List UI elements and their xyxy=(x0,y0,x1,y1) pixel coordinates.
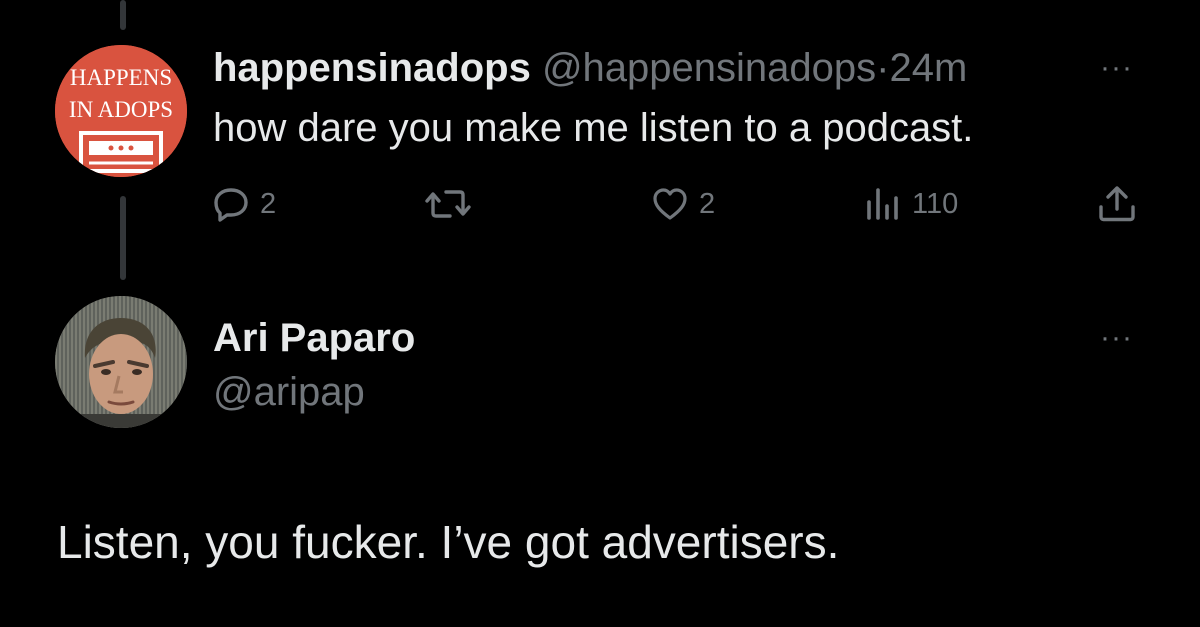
share-button[interactable] xyxy=(1097,184,1137,224)
reply-handle[interactable]: @aripap xyxy=(213,368,365,416)
logo-text-line1: HAPPENS xyxy=(70,65,172,90)
more-icon[interactable]: ··· xyxy=(1100,323,1133,353)
like-icon xyxy=(651,186,689,222)
tweet-handle[interactable]: @happensinadops xyxy=(542,46,876,90)
logo-text-line2: IN ADOPS xyxy=(69,97,173,122)
avatar-happensinadops[interactable]: HAPPENS IN ADOPS xyxy=(55,45,187,177)
retweet-icon xyxy=(424,186,472,222)
happens-in-adops-logo: HAPPENS IN ADOPS xyxy=(55,45,187,177)
views-count: 110 xyxy=(912,187,959,220)
more-icon[interactable]: ··· xyxy=(1100,53,1133,83)
avatar-aripap[interactable] xyxy=(55,296,187,428)
thread-line-top xyxy=(120,0,126,30)
reply-text: Listen, you fucker. I’ve got advertisers… xyxy=(57,516,840,568)
reply-button[interactable]: 2 xyxy=(212,184,276,224)
tweet-separator: · xyxy=(876,46,890,90)
like-button[interactable]: 2 xyxy=(651,184,715,224)
retweet-button[interactable] xyxy=(424,184,472,224)
reply-display-name[interactable]: Ari Paparo xyxy=(213,314,415,362)
reply-icon xyxy=(212,186,250,222)
thread-line-middle xyxy=(120,196,126,280)
tweet-thread-screenshot: HAPPENS IN ADOPS happensinadops @happens… xyxy=(0,0,1200,627)
profile-photo xyxy=(55,296,187,428)
share-icon xyxy=(1097,185,1137,223)
tweet-timestamp[interactable]: 24m xyxy=(889,46,967,90)
tweet-text: how dare you make me listen to a podcast… xyxy=(213,106,974,150)
views-icon xyxy=(864,186,902,222)
like-count: 2 xyxy=(699,187,716,220)
reply-count: 2 xyxy=(260,187,277,220)
views-button[interactable]: 110 xyxy=(864,184,958,224)
tweet-header: happensinadops @happensinadops·24m xyxy=(213,44,967,92)
tweet-display-name[interactable]: happensinadops xyxy=(213,46,531,90)
